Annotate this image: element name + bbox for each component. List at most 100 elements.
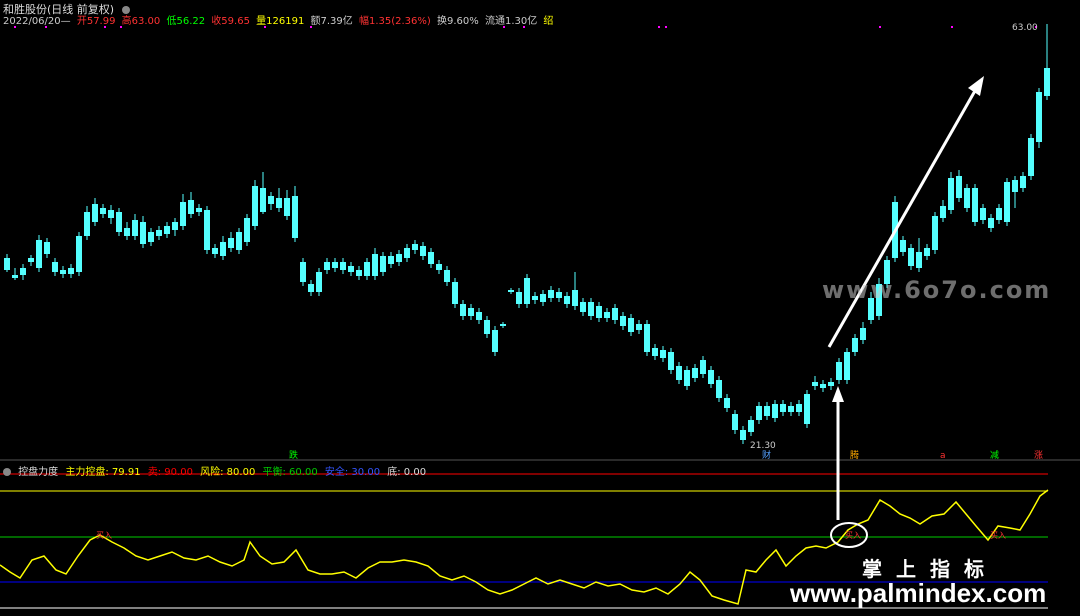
candle-body (1044, 68, 1050, 96)
candle-body (780, 404, 786, 412)
candle-body (396, 254, 402, 262)
candle-body (412, 244, 418, 250)
candle-body (588, 302, 594, 316)
candle-body (908, 248, 914, 266)
candle-body (172, 222, 178, 230)
indicator-name: 控盘力度 (18, 467, 59, 478)
candle-body (1012, 180, 1018, 192)
candle-body (204, 210, 210, 250)
candle-body (756, 406, 762, 420)
candle-body (36, 240, 42, 268)
candle-body (860, 328, 866, 340)
candle-body (532, 296, 538, 300)
candle-body (292, 196, 298, 238)
candle-body (76, 236, 82, 272)
price-max-label: 63.00 (1012, 23, 1038, 33)
candle-body (612, 308, 618, 320)
candle-body (500, 324, 506, 326)
candle-body (676, 366, 682, 380)
watermark-site2: www.palmindex.com (790, 578, 1047, 608)
candle-body (380, 256, 386, 272)
candle-body (972, 188, 978, 222)
candle-body (188, 200, 194, 214)
candle-body (852, 338, 858, 352)
candle-body (604, 312, 610, 318)
indicator-main: 主力控盘: 79.91 (65, 467, 141, 478)
top-dots (14, 26, 1037, 28)
candle-body (644, 324, 650, 352)
candle-body (916, 252, 922, 268)
indicator-risk: 风险: 80.00 (200, 467, 256, 478)
candle-body (572, 290, 578, 306)
candle-body (708, 370, 714, 384)
chart-canvas[interactable]: 跌 财 腾 a 减 涨 买入 买入 买入 63.00 21.30 (0, 0, 1080, 616)
candle-body (100, 208, 106, 214)
price-min-label: 21.30 (750, 441, 776, 451)
candle-body (1036, 92, 1042, 142)
candle-body (4, 258, 10, 270)
candle-body (828, 382, 834, 386)
candle-body (316, 272, 322, 292)
candle-body (164, 226, 170, 234)
candle-body (220, 242, 226, 256)
candle-body (252, 186, 258, 226)
candle-body (460, 304, 466, 316)
candle-body (820, 384, 826, 388)
candle-body (92, 204, 98, 222)
candle-body (940, 206, 946, 218)
candle-body (596, 306, 602, 318)
candle-body (996, 208, 1002, 220)
candle-body (1020, 176, 1026, 188)
candle-body (372, 254, 378, 276)
candle-body (452, 282, 458, 304)
candle-body (260, 188, 266, 212)
candle-body (956, 176, 962, 198)
candle-body (356, 270, 362, 276)
candle-body (764, 406, 770, 416)
candle-body (12, 275, 18, 278)
candle-body (348, 266, 354, 272)
watermark-site1: www.6o7o.com (822, 276, 1052, 304)
marker-teng: 腾 (850, 449, 859, 461)
candle-body (692, 368, 698, 378)
candle-body (156, 230, 162, 236)
candle-body (28, 258, 34, 262)
candle-body (140, 222, 146, 244)
buy-label: 买入 (990, 531, 1006, 540)
candle-body (548, 290, 554, 298)
candle-body (340, 262, 346, 270)
candle-body (796, 404, 802, 412)
candle-body (492, 330, 498, 352)
candle-body (924, 248, 930, 256)
candle-body (900, 240, 906, 252)
candle-body (660, 350, 666, 358)
candle-body (556, 292, 562, 298)
candle-body (420, 246, 426, 256)
candle-body (980, 208, 986, 220)
up-arrow-head (832, 386, 844, 402)
trend-arrow-head (968, 76, 984, 96)
candle-body (84, 212, 90, 236)
candle-body (804, 394, 810, 424)
candle-body (108, 210, 114, 218)
candle-body (132, 220, 138, 236)
candle-body (988, 218, 994, 228)
indicator-settings-icon[interactable] (3, 468, 11, 476)
candle-body (748, 420, 754, 432)
candle-body (228, 238, 234, 248)
candle-body (516, 292, 522, 304)
candle-body (540, 294, 546, 302)
candle-body (524, 278, 530, 304)
candle-body (484, 320, 490, 334)
candle-body (476, 312, 482, 320)
candle-body (196, 208, 202, 212)
candle-body (700, 360, 706, 374)
candle-body (180, 202, 186, 226)
candle-body (628, 318, 634, 332)
candle-body (468, 308, 474, 316)
candle-body (276, 198, 282, 208)
candle-body (836, 362, 842, 380)
marker-die: 跌 (289, 450, 298, 461)
marker-jian: 减 (990, 449, 999, 461)
candle-body (508, 290, 514, 292)
